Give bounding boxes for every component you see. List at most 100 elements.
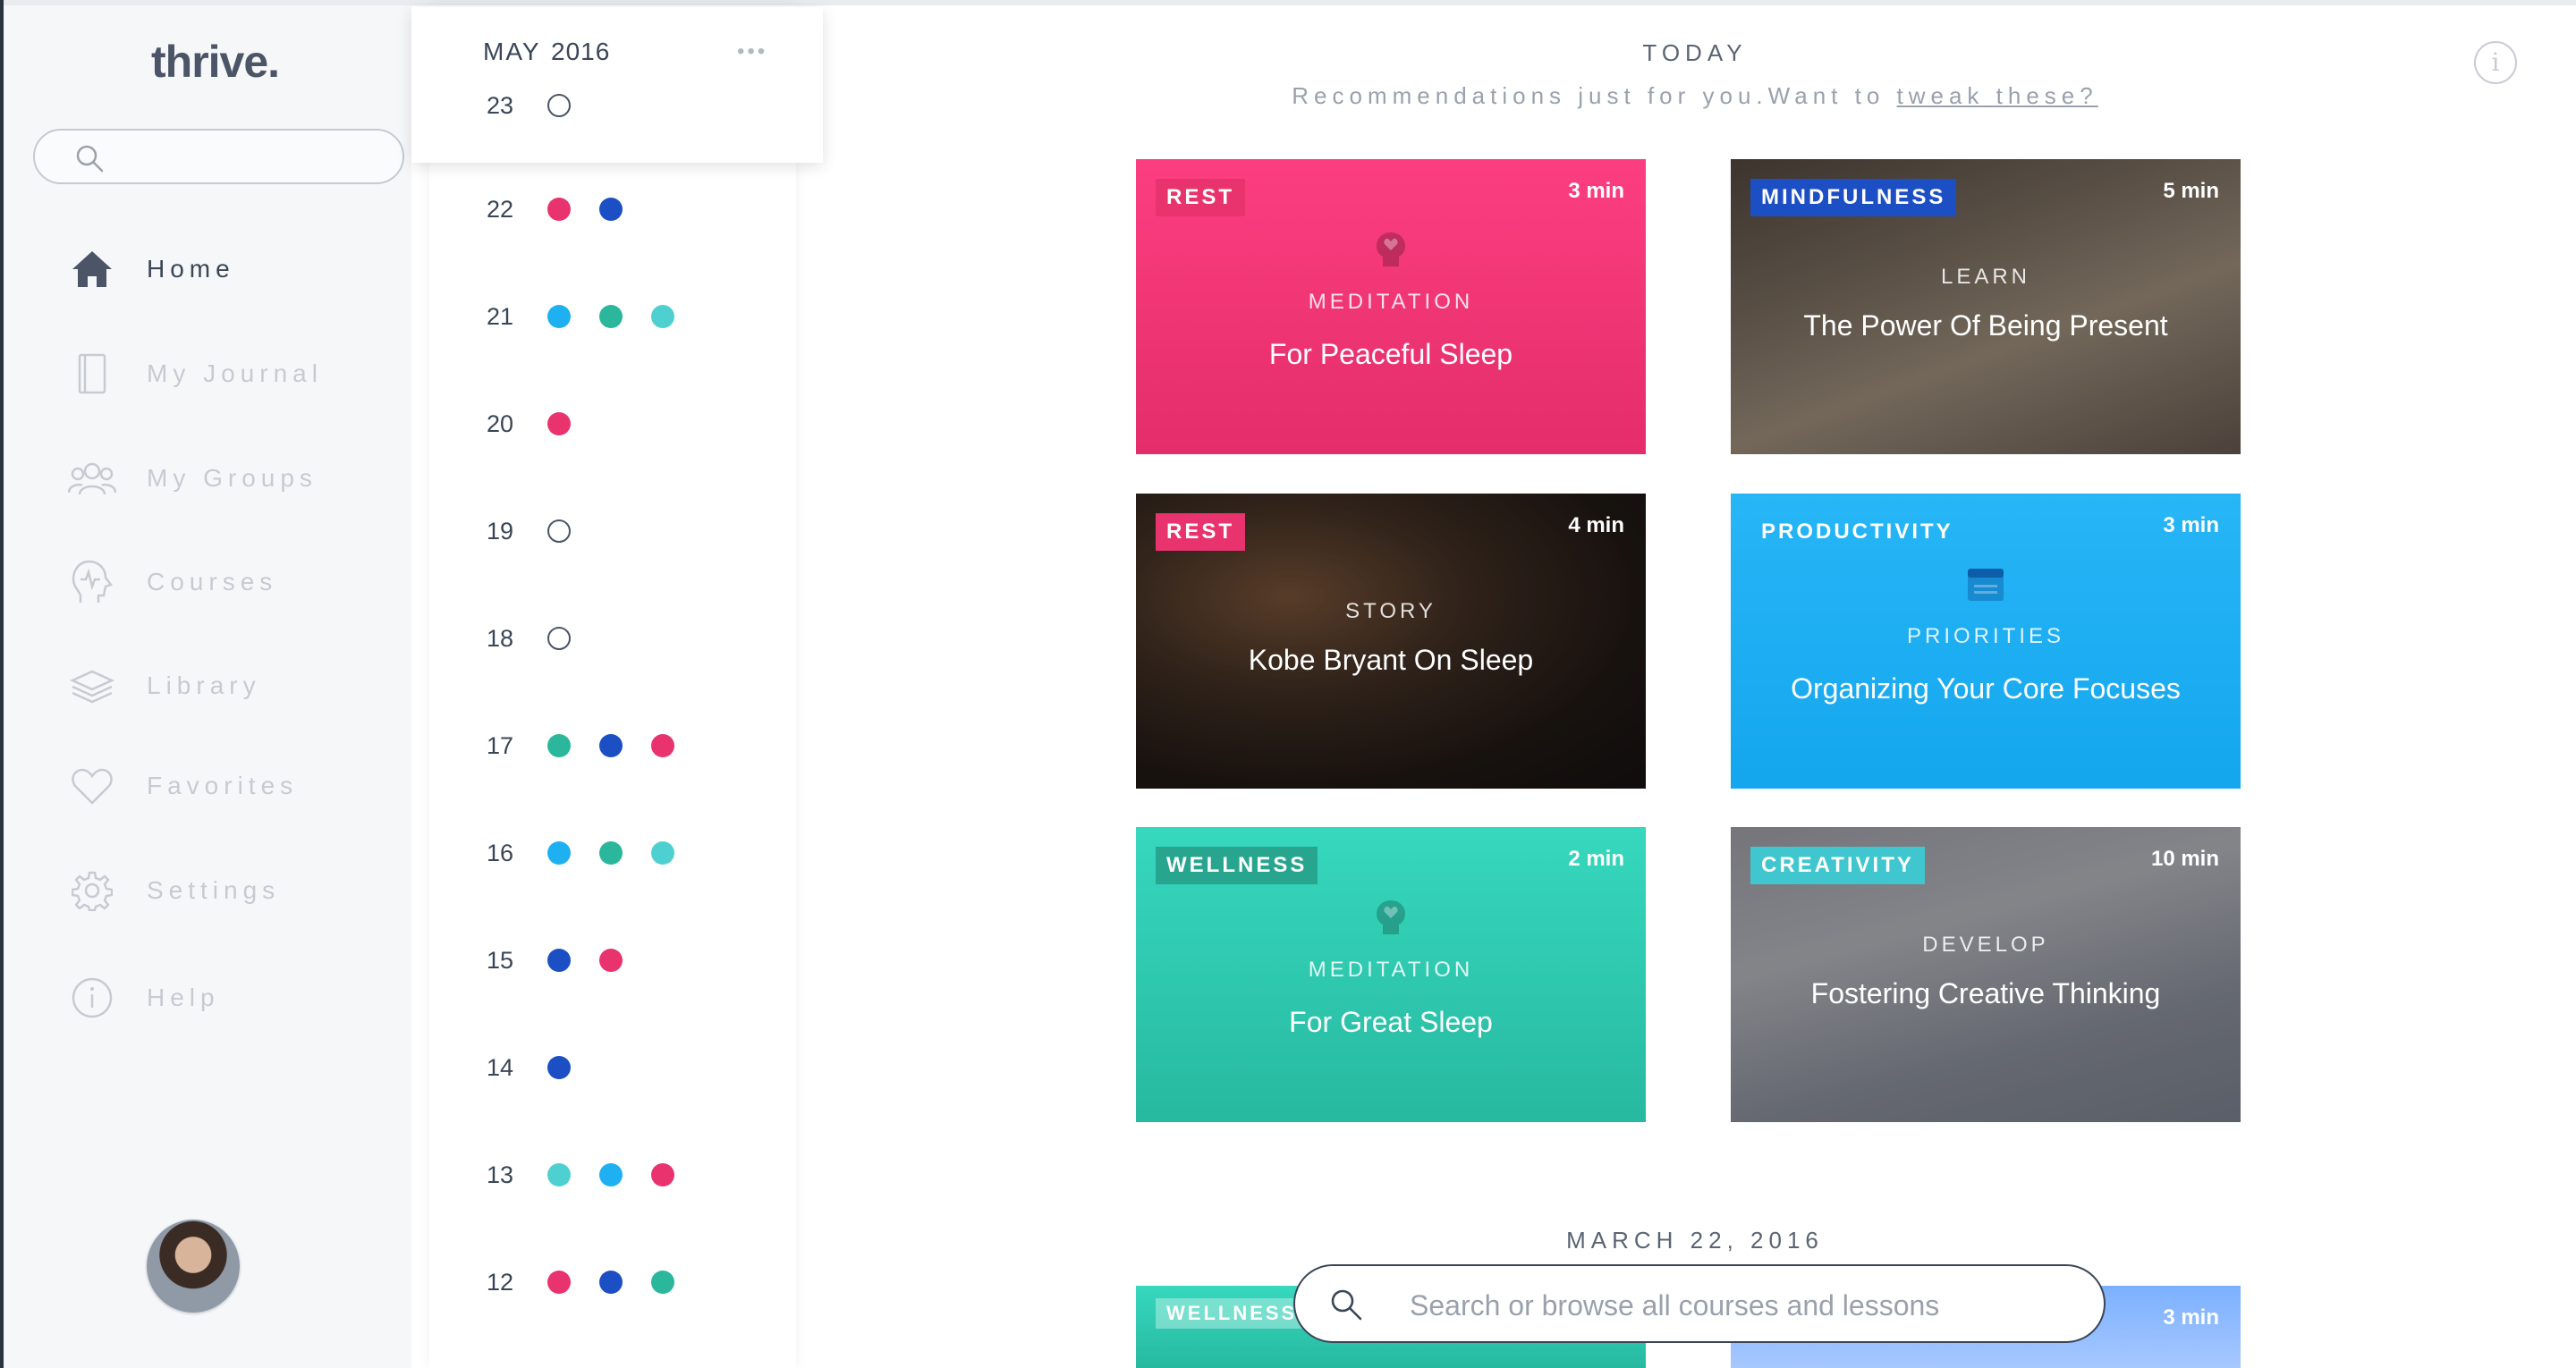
card-duration: 3 min bbox=[2163, 1305, 2219, 1330]
avatar[interactable] bbox=[147, 1220, 240, 1313]
calendar-day-row[interactable]: 23 bbox=[429, 88, 796, 123]
info-button[interactable]: i bbox=[2474, 41, 2517, 84]
priorities-icon bbox=[1966, 565, 2004, 603]
course-card-kobe-bryant-on-sleep[interactable]: REST 4 min STORY Kobe Bryant On Sleep bbox=[1136, 494, 1646, 789]
sidebar-item-my-journal[interactable]: My Journal bbox=[4, 342, 411, 405]
card-tag: REST bbox=[1156, 513, 1246, 551]
calendar-day-row[interactable]: 19 bbox=[429, 513, 796, 549]
sidebar-search-input[interactable] bbox=[33, 129, 404, 184]
card-duration: 10 min bbox=[2150, 847, 2219, 871]
sidebar-item-my-groups[interactable]: My Groups bbox=[4, 447, 411, 510]
calendar-day-number: 23 bbox=[487, 91, 514, 119]
course-card-for-peaceful-sleep[interactable]: REST 3 min MEDITATION For Peaceful Sleep bbox=[1136, 159, 1646, 454]
course-card-organizing-your-core-focuses[interactable]: PRODUCTIVITY 3 min PRIORITIES Organizing Yo… bbox=[1731, 494, 2241, 789]
activity-dot bbox=[651, 1163, 674, 1186]
search-icon bbox=[1331, 1289, 1362, 1321]
sidebar-item-label: Courses bbox=[147, 568, 278, 595]
activity-dot bbox=[599, 198, 623, 221]
sidebar-item-label: Home bbox=[147, 255, 235, 283]
empty-day-dot bbox=[547, 627, 571, 650]
activity-dot bbox=[547, 734, 571, 757]
sidebar-item-courses[interactable]: Courses bbox=[4, 551, 411, 613]
sidebar-item-settings[interactable]: Settings bbox=[4, 859, 411, 922]
calendar-day-row[interactable]: 20 bbox=[429, 406, 796, 442]
course-card-fostering-creative-thinking[interactable]: CREATIVITY 10 min DEVELOP Fostering Creativ… bbox=[1731, 827, 2241, 1122]
card-tag: MINDFULNESS bbox=[1750, 179, 1957, 216]
search-placeholder: Search or browse all courses and lessons bbox=[1410, 1289, 1940, 1322]
sidebar-item-label: Settings bbox=[147, 876, 281, 904]
activity-dot bbox=[651, 1271, 674, 1294]
section-heading-date: MARCH 22, 2016 bbox=[1566, 1227, 1824, 1254]
empty-day-dot bbox=[547, 94, 571, 117]
sidebar-item-help[interactable]: Help bbox=[4, 967, 411, 1029]
course-card-the-power-of-being-present[interactable]: MINDFULNESS 5 min LEARN The Power Of Being … bbox=[1731, 159, 2241, 454]
activity-dot bbox=[599, 949, 623, 972]
calendar-day-row[interactable]: 16 bbox=[429, 835, 796, 871]
tweak-link[interactable]: tweak these? bbox=[1897, 82, 2098, 109]
activity-dot bbox=[547, 305, 571, 328]
calendar-day-number: 15 bbox=[487, 946, 514, 974]
activity-dot bbox=[547, 412, 571, 435]
sidebar-item-label: My Journal bbox=[147, 359, 323, 387]
sidebar-item-home[interactable]: Home bbox=[4, 238, 411, 300]
groups-icon bbox=[68, 454, 116, 502]
activity-dot bbox=[599, 734, 623, 757]
card-category: MEDITATION bbox=[1308, 958, 1474, 982]
activity-dot bbox=[547, 198, 571, 221]
sidebar-item-label: Favorites bbox=[147, 772, 299, 799]
info-icon bbox=[68, 974, 116, 1022]
activity-dot bbox=[599, 305, 623, 328]
card-title: The Power Of Being Present bbox=[1803, 309, 2168, 342]
app-logo: thrive. bbox=[151, 37, 280, 87]
calendar-day-number: 12 bbox=[487, 1268, 514, 1296]
activity-dot bbox=[651, 305, 674, 328]
calendar-day-row[interactable]: 12 bbox=[429, 1264, 796, 1300]
recommendation-text: Recommendations just for you.Want to twe… bbox=[814, 82, 2576, 110]
activity-dot bbox=[547, 949, 571, 972]
calendar-header: MAY 2016 ••• bbox=[411, 7, 823, 163]
calendar-day-number: 20 bbox=[487, 410, 514, 437]
card-duration: 3 min bbox=[2163, 513, 2219, 537]
more-options-button[interactable]: ••• bbox=[737, 39, 767, 64]
activity-dot bbox=[599, 841, 623, 865]
calendar-day-row[interactable]: 17 bbox=[429, 728, 796, 764]
search-icon bbox=[76, 145, 104, 173]
calendar-day-number: 13 bbox=[487, 1161, 514, 1188]
journal-icon bbox=[68, 350, 116, 398]
card-tag: WELLNESS bbox=[1156, 1298, 1309, 1329]
card-category: MEDITATION bbox=[1308, 290, 1474, 314]
calendar-day-number: 21 bbox=[487, 302, 514, 330]
card-category: PRIORITIES bbox=[1906, 624, 2065, 648]
main-content: TODAY Recommendations just for you.Want … bbox=[814, 5, 2576, 1368]
gear-icon bbox=[68, 866, 116, 915]
section-heading-today: TODAY bbox=[1642, 39, 1748, 66]
sidebar-item-library[interactable]: Library bbox=[4, 654, 411, 717]
calendar-day-row[interactable]: 22 bbox=[429, 191, 796, 227]
meditation-icon bbox=[1375, 231, 1407, 268]
card-duration: 4 min bbox=[1568, 513, 1624, 537]
course-card-for-great-sleep[interactable]: WELLNESS 2 min MEDITATION For Great Sleep bbox=[1136, 827, 1646, 1122]
calendar-day-row[interactable]: 13 bbox=[429, 1157, 796, 1193]
calendar-day-row[interactable]: 18 bbox=[429, 621, 796, 656]
calendar-day-row[interactable]: 21 bbox=[429, 299, 796, 334]
card-category: DEVELOP bbox=[1922, 933, 2049, 957]
card-tag: CREATIVITY bbox=[1750, 847, 1925, 884]
calendar-day-row[interactable]: 14 bbox=[429, 1050, 796, 1085]
course-search-input[interactable]: Search or browse all courses and lessons bbox=[1293, 1264, 2106, 1343]
card-category: LEARN bbox=[1940, 265, 2031, 289]
card-title: Organizing Your Core Focuses bbox=[1791, 672, 2181, 705]
calendar-day-number: 17 bbox=[487, 731, 514, 759]
recommendation-label: Recommendations just for you.Want to bbox=[1292, 82, 1897, 109]
sidebar-item-favorites[interactable]: Favorites bbox=[4, 755, 411, 817]
calendar-year: 2016 bbox=[551, 38, 611, 65]
card-tag: REST bbox=[1156, 179, 1246, 216]
activity-dot bbox=[599, 1271, 623, 1294]
activity-dot bbox=[651, 841, 674, 865]
card-title: Kobe Bryant On Sleep bbox=[1248, 644, 1534, 676]
card-title: Fostering Creative Thinking bbox=[1810, 977, 2161, 1009]
card-title: For Peaceful Sleep bbox=[1268, 338, 1513, 370]
calendar-day-row[interactable]: 15 bbox=[429, 942, 796, 978]
card-duration: 5 min bbox=[2163, 179, 2219, 203]
sidebar-item-label: My Groups bbox=[147, 464, 318, 492]
activity-dot bbox=[547, 841, 571, 865]
